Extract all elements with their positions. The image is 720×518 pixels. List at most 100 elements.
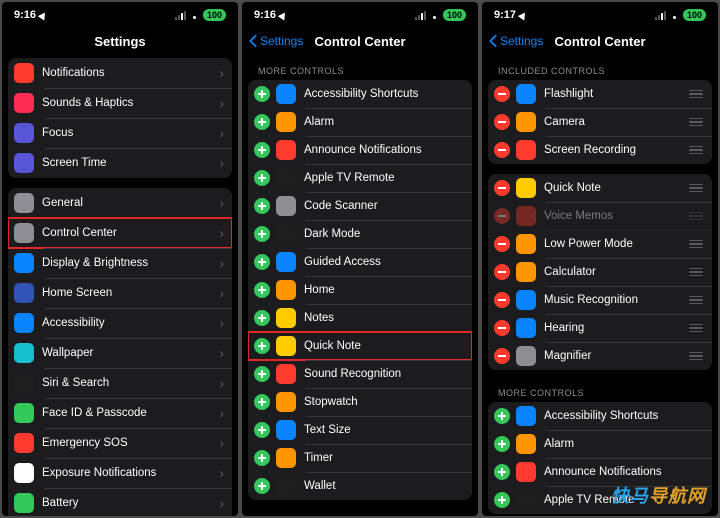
control-add-row[interactable]: Timer — [248, 444, 472, 472]
add-icon[interactable] — [494, 464, 510, 480]
add-icon[interactable] — [494, 408, 510, 424]
settings-row[interactable]: Face ID & Passcode› — [8, 398, 232, 428]
drag-handle-icon[interactable] — [688, 324, 704, 333]
settings-row[interactable]: Battery› — [8, 488, 232, 516]
add-icon[interactable] — [254, 86, 270, 102]
control-add-row[interactable]: Announce Notifications — [248, 136, 472, 164]
settings-row[interactable]: Accessibility› — [8, 308, 232, 338]
control-included-row[interactable]: Hearing — [488, 314, 712, 342]
settings-row[interactable]: General› — [8, 188, 232, 218]
status-bar: 9:17 100 — [482, 2, 718, 24]
row-label: Camera — [544, 116, 688, 128]
row-label: Magnifier — [544, 350, 688, 362]
control-included-row[interactable]: Voice Memos — [488, 202, 712, 230]
drag-handle-icon[interactable] — [688, 212, 704, 221]
add-icon[interactable] — [254, 450, 270, 466]
add-icon[interactable] — [254, 170, 270, 186]
nav-title: Settings — [94, 34, 145, 49]
drag-handle-icon[interactable] — [688, 268, 704, 277]
control-add-row[interactable]: Dark Mode — [248, 220, 472, 248]
remove-icon[interactable] — [494, 292, 510, 308]
drag-handle-icon[interactable] — [688, 90, 704, 99]
control-add-row[interactable]: Accessibility Shortcuts — [248, 80, 472, 108]
control-included-row[interactable]: Low Power Mode — [488, 230, 712, 258]
add-icon[interactable] — [494, 492, 510, 508]
row-label: Announce Notifications — [544, 466, 704, 478]
settings-row[interactable]: Control Center› — [8, 218, 232, 248]
control-included-row[interactable]: Flashlight — [488, 80, 712, 108]
control-included-row[interactable]: Calculator — [488, 258, 712, 286]
app-icon — [516, 140, 536, 160]
control-add-row[interactable]: Stopwatch — [248, 388, 472, 416]
settings-row[interactable]: Notifications› — [8, 58, 232, 88]
add-icon[interactable] — [254, 142, 270, 158]
drag-handle-icon[interactable] — [688, 352, 704, 361]
remove-icon[interactable] — [494, 320, 510, 336]
add-icon[interactable] — [254, 366, 270, 382]
app-icon — [276, 364, 296, 384]
add-icon[interactable] — [254, 226, 270, 242]
control-add-row[interactable]: Text Size — [248, 416, 472, 444]
control-included-row[interactable]: Camera — [488, 108, 712, 136]
control-add-row[interactable]: Guided Access — [248, 248, 472, 276]
control-add-row[interactable]: Apple TV Remote — [248, 164, 472, 192]
remove-icon[interactable] — [494, 142, 510, 158]
settings-row[interactable]: Siri & Search› — [8, 368, 232, 398]
control-included-row[interactable]: Quick Note — [488, 174, 712, 202]
back-button[interactable]: Settings — [248, 34, 303, 48]
chevron-right-icon: › — [219, 195, 224, 211]
drag-handle-icon[interactable] — [688, 184, 704, 193]
control-add-row[interactable]: Code Scanner — [248, 192, 472, 220]
remove-icon[interactable] — [494, 86, 510, 102]
control-add-row[interactable]: Quick Note — [248, 332, 472, 360]
app-icon — [516, 462, 536, 482]
row-label: Apple TV Remote — [304, 172, 464, 184]
row-label: Wallpaper — [42, 347, 219, 359]
control-add-row[interactable]: Accessibility Shortcuts — [488, 402, 712, 430]
add-icon[interactable] — [254, 282, 270, 298]
nav-bar: Settings Control Center — [242, 24, 478, 58]
control-add-row[interactable]: Alarm — [488, 430, 712, 458]
remove-icon[interactable] — [494, 264, 510, 280]
add-icon[interactable] — [254, 422, 270, 438]
remove-icon[interactable] — [494, 114, 510, 130]
remove-icon[interactable] — [494, 236, 510, 252]
settings-row[interactable]: Emergency SOS› — [8, 428, 232, 458]
control-included-row[interactable]: Magnifier — [488, 342, 712, 370]
control-add-row[interactable]: Sound Recognition — [248, 360, 472, 388]
drag-handle-icon[interactable] — [688, 296, 704, 305]
settings-row[interactable]: Sounds & Haptics› — [8, 88, 232, 118]
settings-row[interactable]: Focus› — [8, 118, 232, 148]
drag-handle-icon[interactable] — [688, 146, 704, 155]
control-add-row[interactable]: Alarm — [248, 108, 472, 136]
add-icon[interactable] — [254, 310, 270, 326]
control-add-row[interactable]: Apple TV Remote — [488, 486, 712, 514]
drag-handle-icon[interactable] — [688, 118, 704, 127]
add-icon[interactable] — [254, 338, 270, 354]
control-included-row[interactable]: Screen Recording — [488, 136, 712, 164]
add-icon[interactable] — [494, 436, 510, 452]
remove-icon[interactable] — [494, 180, 510, 196]
control-add-row[interactable]: Announce Notifications — [488, 458, 712, 486]
control-add-row[interactable]: Wallet — [248, 472, 472, 500]
add-icon[interactable] — [254, 394, 270, 410]
control-add-row[interactable]: Notes — [248, 304, 472, 332]
settings-row[interactable]: Exposure Notifications› — [8, 458, 232, 488]
status-time: 9:16 — [254, 9, 276, 21]
remove-icon[interactable] — [494, 208, 510, 224]
add-icon[interactable] — [254, 478, 270, 494]
settings-row[interactable]: Display & Brightness› — [8, 248, 232, 278]
add-icon[interactable] — [254, 114, 270, 130]
control-add-row[interactable]: Home — [248, 276, 472, 304]
settings-row[interactable]: Wallpaper› — [8, 338, 232, 368]
add-icon[interactable] — [254, 198, 270, 214]
drag-handle-icon[interactable] — [688, 240, 704, 249]
settings-row[interactable]: Home Screen› — [8, 278, 232, 308]
add-icon[interactable] — [254, 254, 270, 270]
chevron-right-icon: › — [219, 285, 224, 301]
app-icon — [516, 112, 536, 132]
back-button[interactable]: Settings — [488, 34, 543, 48]
settings-row[interactable]: Screen Time› — [8, 148, 232, 178]
remove-icon[interactable] — [494, 348, 510, 364]
control-included-row[interactable]: Music Recognition — [488, 286, 712, 314]
